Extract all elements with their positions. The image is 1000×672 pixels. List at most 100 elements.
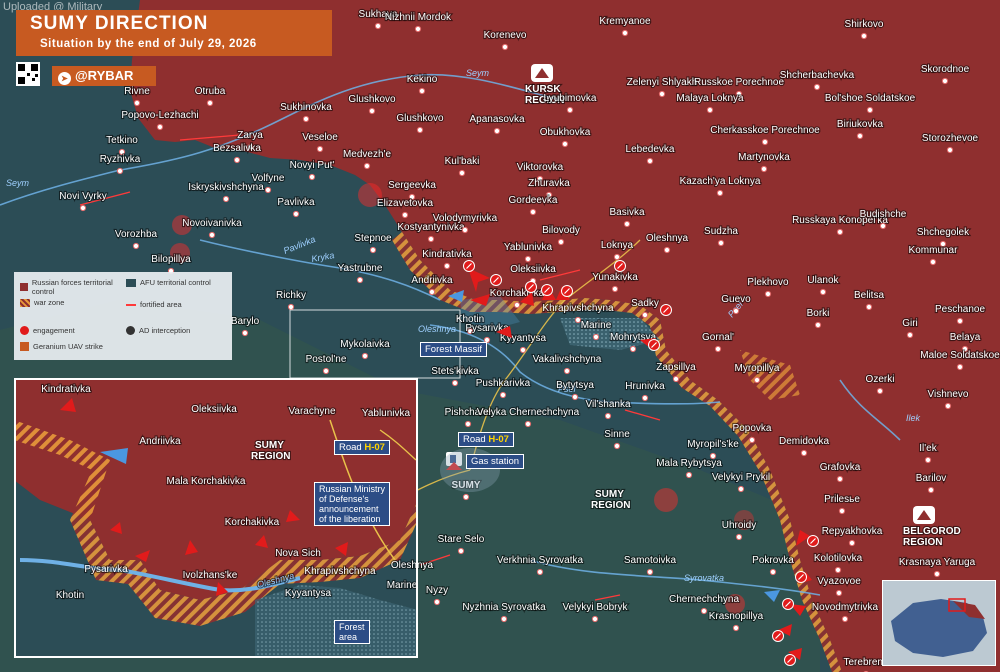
settlement-dot-icon [322, 367, 330, 375]
settlement-dot-icon [604, 412, 612, 420]
settlement-label: Vakalivshchyna [533, 354, 602, 365]
settlement-label: Volodymyrivka [433, 213, 498, 224]
settlement-label: Ozerki [866, 374, 895, 385]
settlement-label: Iskryskivshchyna [188, 182, 264, 193]
interception-icon [126, 326, 135, 335]
settlement-label: Basivka [609, 207, 644, 218]
settlement-label: Bol'shoe Soldatskoe [825, 93, 916, 104]
uav-strike-icon [20, 342, 29, 351]
settlement-dot-icon [287, 303, 295, 311]
settlement-dot-icon [956, 317, 964, 325]
settlement-dot-icon [848, 539, 856, 547]
settlement-label: Khrapivshchyna [542, 303, 614, 314]
settlement-label: Korenevo [484, 30, 527, 41]
settlement-label: Krasnopillya [709, 611, 764, 622]
settlement-label: Zarya [237, 130, 263, 141]
settlement-dot-icon [613, 253, 621, 261]
settlement-label: Vorozhba [115, 229, 158, 240]
settlement-label: Zelenyi Shlyakh [627, 77, 698, 88]
settlement-dot-icon [563, 367, 571, 375]
settlement-label: Sinne [604, 429, 630, 440]
map-stage: { "header": { "title": "SUMY DIRECTION",… [0, 0, 1000, 672]
settlement-label: Oleshnya [646, 233, 689, 244]
settlement-label: Plekhovo [747, 277, 789, 288]
settlement-label: Kekino [407, 74, 438, 85]
settlement-dot-icon [813, 83, 821, 91]
settlement-label: Barylo [231, 316, 260, 327]
settlement-label: Bilovody [542, 225, 580, 236]
settlement-dot-icon [841, 615, 849, 623]
settlement-label: Budishche [860, 209, 907, 220]
settlement-dot-icon [611, 285, 619, 293]
kursk-region-marker [531, 64, 553, 82]
river-label-seym-east: Seym [466, 68, 490, 78]
settlement-label: Nizhnii Mordok [385, 12, 452, 23]
settlement-label: Vyazovoe [817, 576, 861, 587]
engagement-icon [772, 630, 784, 642]
settlement-label: Verkhnia Syrovatka [497, 555, 584, 566]
settlement-dot-icon [500, 615, 508, 623]
river-label-ilek: Ilek [906, 413, 921, 423]
engagement-icon [541, 284, 553, 296]
settlement-label: Korchakivka [490, 288, 545, 299]
settlement-dot-icon [685, 471, 693, 479]
settlement-dot-icon [156, 123, 164, 131]
settlement-dot-icon [499, 391, 507, 399]
hatched-swatch-icon [20, 298, 30, 307]
settlement-label: Yastrubne [338, 263, 383, 274]
settlement-dot-icon [416, 126, 424, 134]
settlement-dot-icon [374, 22, 382, 30]
settlement-dot-icon [571, 393, 579, 401]
settlement-label: Krasnaya Yaruga [899, 557, 976, 568]
settlement-label: Kolotilovka [814, 553, 863, 564]
settlement-label: Gornal' [702, 332, 734, 343]
settlement-label: Novi Vyrky [59, 191, 106, 202]
settlement-label: Samotoivka [624, 555, 677, 566]
settlement-dot-icon [536, 568, 544, 576]
ukraine-minimap [882, 580, 996, 666]
legend-item-war-zone: war zone [20, 298, 64, 307]
settlement-label: Nyzy [426, 585, 448, 596]
settlement-dot-icon [222, 195, 230, 203]
settlement-dot-icon [906, 331, 914, 339]
settlement-dot-icon [944, 402, 952, 410]
settlement-label: Giri [902, 318, 918, 329]
settlement-dot-icon [716, 189, 724, 197]
settlement-dot-icon [838, 507, 846, 515]
settlement-label: Zhuravka [528, 178, 570, 189]
settlement-dot-icon [732, 307, 740, 315]
settlement-dot-icon [866, 106, 874, 114]
settlement-label: Lebedevka [626, 144, 675, 155]
settlement-label: Lyubimovka [544, 93, 597, 104]
settlement-dot-icon [929, 258, 937, 266]
red-line-swatch-icon [126, 303, 136, 306]
telegram-channel-badge[interactable]: ➤ @RYBAR [52, 66, 156, 86]
settlement-label: Yablunivka [504, 242, 553, 253]
settlement-dot-icon [443, 262, 451, 270]
settlement-dot-icon [428, 288, 436, 296]
settlement-label: Belaya [950, 332, 981, 343]
settlement-dot-icon [835, 589, 843, 597]
settlement-label: Kazach'ya Loknya [680, 176, 761, 187]
settlement-dot-icon [700, 607, 708, 615]
settlement-label: Skorodnoe [921, 64, 970, 75]
settlement-dot-icon [834, 566, 842, 574]
settlement-label: Tetkino [106, 135, 138, 146]
settlement-dot-icon [641, 394, 649, 402]
settlement-label: Maloe Soldatskoe [920, 350, 1000, 361]
settlement-label: Chernechchyna [669, 594, 739, 605]
settlement-dot-icon [714, 345, 722, 353]
settlement-dot-icon [493, 127, 501, 135]
settlement-dot-icon [513, 301, 521, 309]
settlement-label: Borki [807, 308, 830, 319]
settlement-dot-icon [566, 106, 574, 114]
settlement-dot-icon [658, 90, 666, 98]
settlement-dot-icon [557, 238, 565, 246]
settlement-label: Obukhovka [540, 127, 591, 138]
settlement-dot-icon [591, 615, 599, 623]
settlement-label: Barilov [916, 473, 947, 484]
settlement-dot-icon [924, 456, 932, 464]
settlement-dot-icon [800, 449, 808, 457]
settlement-dot-icon [208, 231, 216, 239]
settlement-label: Popovka [733, 423, 772, 434]
